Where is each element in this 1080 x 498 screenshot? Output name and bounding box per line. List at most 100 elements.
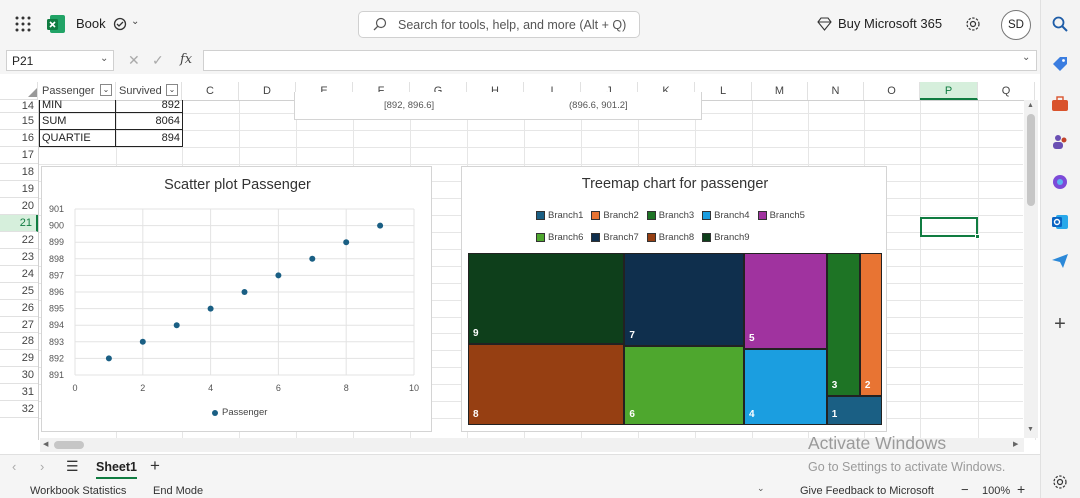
scroll-thumb-horizontal[interactable] xyxy=(54,441,84,449)
treemap-chart[interactable]: Treemap chart for passenger Branch1 Branc… xyxy=(461,166,887,432)
all-sheets-menu-icon[interactable]: ☰ xyxy=(66,458,79,475)
scatter-chart[interactable]: Scatter plot Passenger 901 900 899 898 897 89… xyxy=(41,166,432,432)
row-header[interactable]: 27 xyxy=(0,317,38,333)
row-header[interactable]: 30 xyxy=(0,367,38,384)
row-header[interactable]: 23 xyxy=(0,249,38,266)
send-icon[interactable] xyxy=(1049,250,1071,272)
row-header[interactable]: 15 xyxy=(0,113,38,130)
row-header[interactable]: 21 xyxy=(0,215,38,232)
row-header[interactable]: 19 xyxy=(0,181,38,198)
people-icon[interactable] xyxy=(1049,131,1071,153)
treemap-block-branch3[interactable]: 3 xyxy=(826,253,860,397)
zoom-in-icon[interactable]: + xyxy=(1017,481,1025,497)
row-header[interactable]: 26 xyxy=(0,300,38,317)
legend-item: Branch1 xyxy=(536,210,583,221)
treemap-block-branch9[interactable]: 9 xyxy=(468,253,625,345)
treemap-block-branch6[interactable]: 6 xyxy=(624,345,744,425)
legend-swatch xyxy=(757,210,767,220)
tag-icon[interactable] xyxy=(1049,53,1071,75)
row-header[interactable]: 32 xyxy=(0,401,38,418)
search-placeholder: Search for tools, help, and more (Alt + … xyxy=(398,18,627,32)
row-header[interactable]: 25 xyxy=(0,283,38,300)
chevron-down-icon[interactable]: ⌄ xyxy=(131,16,139,27)
autosave-icon[interactable] xyxy=(112,16,128,32)
user-avatar[interactable]: SD xyxy=(1001,10,1031,40)
data-point xyxy=(241,289,248,295)
row-header[interactable]: 24 xyxy=(0,266,38,283)
zoom-level[interactable]: 100% xyxy=(982,485,1010,497)
treemap-block-branch1[interactable]: 1 xyxy=(826,396,882,425)
scroll-down-arrow-icon[interactable]: ▼ xyxy=(1027,426,1034,433)
row-header[interactable]: 16 xyxy=(0,130,38,147)
row-header[interactable]: 29 xyxy=(0,350,38,367)
app-launcher-icon[interactable] xyxy=(14,15,32,33)
enter-icon[interactable]: ✓ xyxy=(152,52,164,69)
row-header[interactable]: 22 xyxy=(0,232,38,249)
sheet-tab-sheet1[interactable]: Sheet1 xyxy=(96,457,137,479)
settings-gear-icon[interactable] xyxy=(964,15,982,33)
row-header[interactable]: 31 xyxy=(0,384,38,401)
column-header[interactable]: D xyxy=(239,82,296,100)
scroll-right-arrow-icon[interactable]: ▶ xyxy=(1013,440,1018,448)
sheet-tab-bar: ‹ › ☰ Sheet1 + Activate Windows Go to Se… xyxy=(0,433,1040,480)
treemap-block-branch4[interactable]: 4 xyxy=(744,348,827,425)
column-header[interactable]: Q xyxy=(978,82,1035,100)
row-header[interactable]: 18 xyxy=(0,164,38,181)
search-box[interactable]: Search for tools, help, and more (Alt + … xyxy=(358,11,640,38)
row-header[interactable]: 17 xyxy=(0,147,38,164)
select-all-corner[interactable] xyxy=(0,82,38,100)
chevron-down-icon[interactable]: ⌄ xyxy=(757,483,765,494)
filter-dropdown-icon[interactable]: ⌄ xyxy=(166,84,178,96)
activate-windows-subtitle: Go to Settings to activate Windows. xyxy=(808,460,1006,474)
table-divider xyxy=(115,100,116,147)
treemap-block-label: 8 xyxy=(473,408,479,420)
treemap-block-branch7[interactable]: 7 xyxy=(624,253,744,346)
column-header[interactable]: N xyxy=(808,82,864,100)
column-header[interactable]: P xyxy=(920,82,978,100)
treemap-block-branch2[interactable]: 2 xyxy=(859,253,882,397)
treemap-block-branch8[interactable]: 8 xyxy=(468,344,625,425)
search-icon[interactable] xyxy=(1049,13,1071,35)
chevron-down-icon[interactable]: ⌄ xyxy=(100,53,108,64)
column-header[interactable]: C xyxy=(182,82,239,100)
row-header[interactable]: 20 xyxy=(0,198,38,215)
vertical-scrollbar[interactable]: ▲ ▼ xyxy=(1024,100,1038,438)
next-sheet-icon[interactable]: › xyxy=(40,459,44,474)
scroll-up-arrow-icon[interactable]: ▲ xyxy=(1027,102,1034,109)
y-tick-label: 895 xyxy=(49,304,64,314)
column-header[interactable]: O xyxy=(864,82,920,100)
x-tick-label: 2 xyxy=(140,383,145,393)
treemap-block-label: 5 xyxy=(749,332,755,344)
histogram-chart-fragment[interactable]: [892, 896.6] (896.6, 901.2] xyxy=(294,92,702,120)
row-header[interactable]: 14 xyxy=(0,100,38,113)
column-header[interactable]: L xyxy=(695,82,752,100)
cancel-icon[interactable]: ✕ xyxy=(128,52,140,69)
briefcase-icon[interactable] xyxy=(1049,93,1071,115)
settings-gear-icon[interactable] xyxy=(1049,471,1071,493)
column-header[interactable]: M xyxy=(752,82,808,100)
workbook-statistics[interactable]: Workbook Statistics xyxy=(30,485,126,497)
selected-cell-p21[interactable] xyxy=(920,217,978,237)
add-icon[interactable]: + xyxy=(1049,313,1071,335)
add-sheet-icon[interactable]: + xyxy=(150,456,160,476)
book-title[interactable]: Book xyxy=(76,16,106,31)
y-tick-label: 892 xyxy=(49,353,64,363)
name-box[interactable]: P21 ⌄ xyxy=(6,50,114,71)
treemap-block-branch5[interactable]: 5 xyxy=(744,253,827,349)
copilot-icon[interactable] xyxy=(1049,171,1071,193)
row-header[interactable]: 28 xyxy=(0,333,38,350)
prev-sheet-icon[interactable]: ‹ xyxy=(12,459,16,474)
expand-formula-chevron-icon[interactable]: ⌄ xyxy=(1022,52,1030,63)
outlook-icon[interactable] xyxy=(1049,211,1071,233)
function-icon[interactable]: fx xyxy=(180,52,192,67)
zoom-out-icon[interactable]: − xyxy=(961,482,969,497)
formula-input[interactable] xyxy=(203,50,1037,71)
fill-handle[interactable] xyxy=(975,234,980,239)
legend-row: Branch1 Branch2 Branch3 Branch4 Branch5 xyxy=(536,204,826,226)
scroll-thumb[interactable] xyxy=(1027,114,1035,206)
give-feedback-link[interactable]: Give Feedback to Microsoft xyxy=(800,485,934,497)
buy-microsoft-365-link[interactable]: Buy Microsoft 365 xyxy=(838,16,942,31)
scroll-left-arrow-icon[interactable]: ◀ xyxy=(43,440,48,448)
filter-dropdown-icon[interactable]: ⌄ xyxy=(100,84,112,96)
worksheet-grid[interactable]: Passenger ⌄ Survived ⌄ C D E F G H I J K L M N O P Q 14 15 1… xyxy=(0,82,1040,454)
